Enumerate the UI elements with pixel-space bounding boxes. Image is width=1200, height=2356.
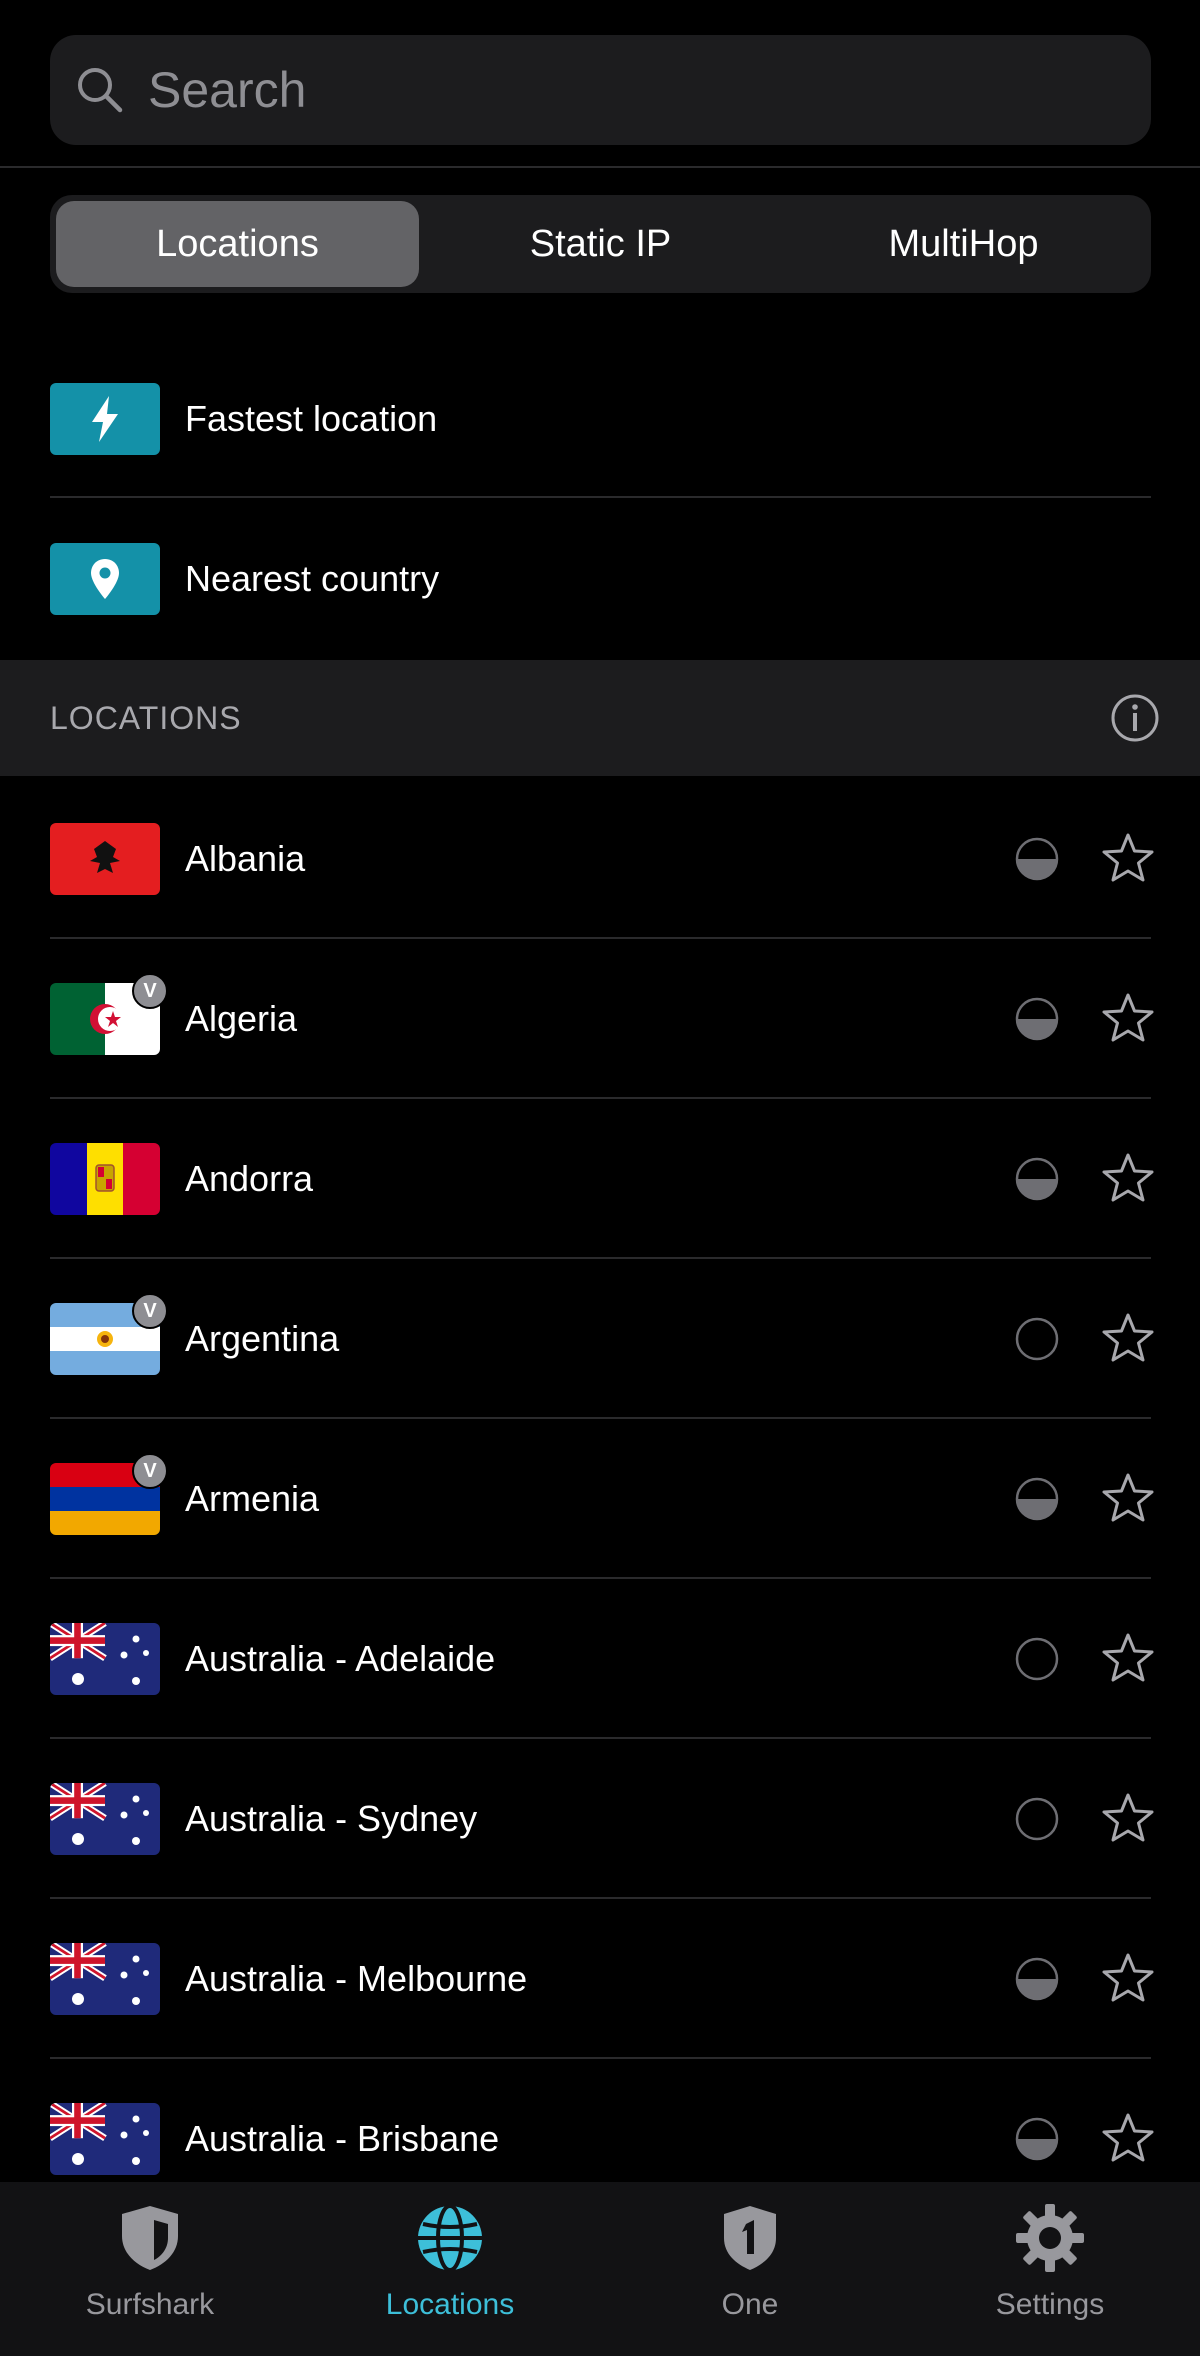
location-row[interactable]: Australia - Adelaide <box>48 1579 1154 1739</box>
search-bar-area <box>0 0 1200 168</box>
location-row[interactable]: V Argentina <box>50 1259 1154 1419</box>
location-row[interactable]: Andorra <box>50 1099 1154 1259</box>
section-title: LOCATIONS <box>50 699 242 736</box>
globe-icon <box>418 2204 482 2272</box>
server-load-icon <box>1015 1957 1059 2001</box>
tab-one[interactable]: One <box>600 2182 900 2356</box>
search-icon <box>78 68 123 113</box>
fastest-location-row[interactable]: Fastest location <box>50 339 1151 499</box>
server-load-icon <box>1015 997 1059 1041</box>
tab-label: Surfshark <box>85 2288 215 2321</box>
tab-locations-nav[interactable]: Locations <box>300 2182 600 2356</box>
shield-icon <box>122 2206 178 2270</box>
gear-icon <box>1016 2204 1084 2272</box>
location-name: Australia - Brisbane <box>185 2118 500 2159</box>
info-icon[interactable] <box>1110 693 1160 743</box>
tab-surfshark[interactable]: Surfshark <box>0 2182 300 2356</box>
flag-icon <box>48 1620 160 1695</box>
location-name: Australia - Melbourne <box>185 1958 528 1999</box>
search-box[interactable] <box>50 35 1151 145</box>
tab-multihop[interactable]: MultiHop <box>782 201 1145 287</box>
tab-label: One <box>721 2288 779 2321</box>
server-load-icon <box>1015 2117 1059 2161</box>
lightning-icon <box>50 383 160 455</box>
location-name: Australia - Sydney <box>185 1798 478 1839</box>
favorite-star-icon[interactable] <box>1100 1471 1156 1527</box>
location-name: Argentina <box>185 1318 340 1359</box>
location-name: Australia - Adelaide <box>185 1638 496 1679</box>
location-row[interactable]: Albania <box>50 779 1154 939</box>
flag-icon <box>48 1780 160 1855</box>
flag-icon: V <box>50 1453 168 1535</box>
flag-icon: V <box>50 1293 168 1375</box>
tab-settings[interactable]: Settings <box>900 2182 1200 2356</box>
favorite-star-icon[interactable] <box>1100 991 1156 1047</box>
flag-icon <box>50 1143 160 1215</box>
fastest-location-label: Fastest location <box>185 398 438 439</box>
divider <box>50 496 1151 498</box>
virtual-location-badge: V <box>132 973 168 1009</box>
server-load-icon <box>1015 1157 1059 1201</box>
location-type-segmented-control: Locations Static IP MultiHop <box>50 195 1151 293</box>
locations-section-header: LOCATIONS <box>0 660 1200 776</box>
flag-icon <box>48 2100 160 2175</box>
location-name: Algeria <box>185 998 298 1039</box>
favorite-star-icon[interactable] <box>1100 2111 1156 2167</box>
favorite-star-icon[interactable] <box>1100 1311 1156 1367</box>
location-name: Armenia <box>185 1478 320 1519</box>
tab-label: Settings <box>995 2288 1105 2321</box>
server-load-icon <box>1015 1797 1059 1841</box>
server-load-icon <box>1015 1637 1059 1681</box>
location-row[interactable]: Australia - Melbourne <box>48 1899 1154 2059</box>
favorite-star-icon[interactable] <box>1100 1631 1156 1687</box>
flag-icon <box>50 823 160 895</box>
favorite-star-icon[interactable] <box>1100 831 1156 887</box>
nearest-country-row[interactable]: Nearest country <box>50 499 1151 659</box>
location-row[interactable]: V Armenia <box>50 1419 1154 1579</box>
tab-static-ip[interactable]: Static IP <box>419 201 782 287</box>
server-load-icon <box>1015 1317 1059 1361</box>
flag-icon: V <box>50 973 168 1055</box>
favorite-star-icon[interactable] <box>1100 1791 1156 1847</box>
server-load-icon <box>1015 1477 1059 1521</box>
location-name: Albania <box>185 838 306 879</box>
bottom-tab-bar: Surfshark Locations One Settings <box>0 2182 1200 2356</box>
location-name: Andorra <box>185 1158 314 1199</box>
flag-icon <box>48 1940 160 2015</box>
one-shield-icon <box>724 2206 776 2270</box>
virtual-location-badge: V <box>132 1453 168 1489</box>
virtual-location-badge: V <box>132 1293 168 1329</box>
nearest-country-label: Nearest country <box>185 558 440 599</box>
tab-locations[interactable]: Locations <box>56 201 419 287</box>
server-load-icon <box>1015 837 1059 881</box>
location-row[interactable]: Australia - Sydney <box>48 1739 1154 1899</box>
favorite-star-icon[interactable] <box>1100 1951 1156 2007</box>
tab-label: Locations <box>385 2288 515 2321</box>
location-pin-icon <box>50 543 160 615</box>
search-input[interactable] <box>148 61 1048 119</box>
location-row[interactable]: V Algeria <box>50 939 1154 1099</box>
favorite-star-icon[interactable] <box>1100 1151 1156 1207</box>
